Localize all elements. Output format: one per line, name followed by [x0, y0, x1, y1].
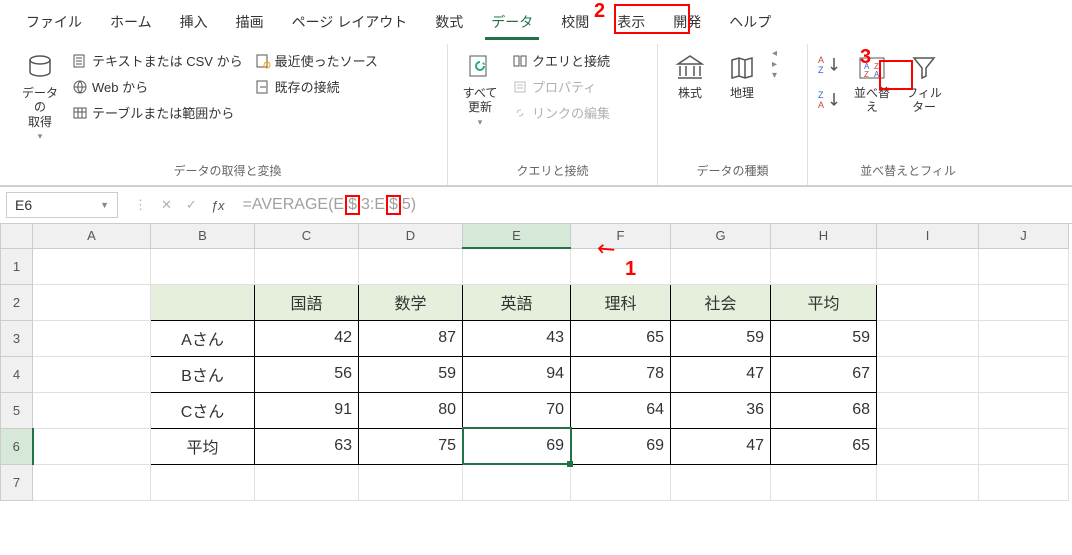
col-header-B[interactable]: B — [151, 224, 255, 248]
row-label-avg[interactable]: 平均 — [151, 428, 255, 464]
filter-button[interactable]: フィルター — [900, 48, 948, 119]
group-label-sortfilter: 並べ替えとフィル — [816, 158, 1000, 185]
tab-insert[interactable]: 挿入 — [166, 6, 222, 38]
row-label-C[interactable]: Cさん — [151, 392, 255, 428]
col-header-I[interactable]: I — [877, 224, 979, 248]
get-data-button[interactable]: データの 取得 ▾ — [16, 48, 64, 146]
namebox-dropdown-icon[interactable]: ▼ — [100, 200, 109, 210]
funnel-icon — [908, 52, 940, 84]
row-header-5[interactable]: 5 — [1, 392, 33, 428]
svg-text:Z: Z — [818, 90, 824, 100]
row-header-2[interactable]: 2 — [1, 284, 33, 320]
refresh-all-button[interactable]: すべて 更新 ▾ — [456, 48, 504, 132]
edit-links-button: リンクの編集 — [508, 100, 614, 125]
from-web-button[interactable]: Web から — [68, 74, 247, 99]
properties-icon — [512, 79, 528, 95]
sort-asc-button[interactable]: AZ — [816, 54, 844, 79]
row-label-B[interactable]: Bさん — [151, 356, 255, 392]
header-kokugo[interactable]: 国語 — [255, 284, 359, 320]
row-label-A[interactable]: Aさん — [151, 320, 255, 356]
stocks-button[interactable]: 株式 — [666, 48, 714, 104]
col-header-J[interactable]: J — [979, 224, 1069, 248]
col-header-F[interactable]: F — [571, 224, 671, 248]
from-table-button[interactable]: テーブルまたは範囲から — [68, 100, 247, 125]
fill-handle[interactable] — [567, 461, 573, 467]
sort-button[interactable]: AZZA 並べ替え — [848, 48, 896, 119]
recent-icon — [255, 53, 271, 69]
tab-help[interactable]: ヘルプ — [715, 6, 785, 38]
col-header-A[interactable]: A — [33, 224, 151, 248]
sort-desc-icon: ZA — [816, 89, 844, 111]
tab-home[interactable]: ホーム — [96, 6, 166, 38]
cell-E6[interactable]: 69 — [463, 428, 571, 464]
header-eigo[interactable]: 英語 — [463, 284, 571, 320]
header-heikin[interactable]: 平均 — [771, 284, 877, 320]
sort-asc-icon: AZ — [816, 54, 844, 76]
connection-icon — [255, 79, 271, 95]
link-icon — [512, 105, 528, 121]
svg-text:A: A — [818, 100, 824, 110]
database-icon — [24, 52, 56, 84]
header-shakai[interactable]: 社会 — [671, 284, 771, 320]
properties-button: プロパティ — [508, 74, 614, 99]
queries-icon — [512, 53, 528, 69]
sort-desc-button[interactable]: ZA — [816, 89, 844, 114]
group-label-queries: クエリと接続 — [456, 158, 649, 185]
col-header-C[interactable]: C — [255, 224, 359, 248]
geography-button[interactable]: 地理 — [718, 48, 766, 104]
tab-file[interactable]: ファイル — [12, 6, 96, 38]
group-label-datatypes: データの種類 — [666, 158, 799, 185]
col-header-H[interactable]: H — [771, 224, 877, 248]
bank-icon — [674, 52, 706, 84]
datatype-prev-icon[interactable]: ◂ — [772, 48, 777, 59]
recent-sources-button[interactable]: 最近使ったソース — [251, 48, 382, 73]
svg-text:Z: Z — [864, 70, 869, 79]
row-header-4[interactable]: 4 — [1, 356, 33, 392]
svg-text:A: A — [818, 55, 824, 65]
table-icon — [72, 105, 88, 121]
group-label-get-transform: データの取得と変換 — [16, 158, 439, 185]
tab-formulas[interactable]: 数式 — [421, 6, 477, 38]
datatype-more-icon[interactable]: ▾ — [772, 70, 777, 81]
name-box[interactable]: E6 ▼ — [6, 192, 118, 218]
map-icon — [726, 52, 758, 84]
svg-text:Z: Z — [818, 65, 824, 75]
datatype-next-icon[interactable]: ▸ — [772, 59, 777, 70]
col-header-E[interactable]: E — [463, 224, 571, 248]
row-header-6[interactable]: 6 — [1, 428, 33, 464]
row-header-3[interactable]: 3 — [1, 320, 33, 356]
col-header-G[interactable]: G — [671, 224, 771, 248]
globe-icon — [72, 79, 88, 95]
row-header-1[interactable]: 1 — [1, 248, 33, 284]
sort-dialog-icon: AZZA — [856, 52, 888, 84]
tab-developer[interactable]: 開発 — [659, 6, 715, 38]
tab-view[interactable]: 表示 — [603, 6, 659, 38]
svg-text:A: A — [874, 70, 880, 79]
header-rika[interactable]: 理科 — [571, 284, 671, 320]
spreadsheet-grid[interactable]: A B C D E F G H I J 1 2 国語 数学 英語 理科 社会 平… — [0, 224, 1069, 501]
header-suugaku[interactable]: 数学 — [359, 284, 463, 320]
dollar-highlight-2: $ — [386, 195, 401, 215]
cancel-icon[interactable]: ✕ — [161, 197, 172, 213]
refresh-icon — [464, 52, 496, 84]
formula-options-icon[interactable]: ⋮ — [134, 197, 147, 213]
tab-draw[interactable]: 描画 — [222, 6, 278, 38]
formula-bar[interactable]: =AVERAGE(E$3:E$5) — [235, 195, 425, 215]
row-header-7[interactable]: 7 — [1, 464, 33, 500]
from-csv-button[interactable]: テキストまたは CSV から — [68, 48, 247, 73]
select-all-corner[interactable] — [1, 224, 33, 248]
tab-review[interactable]: 校閲 — [547, 6, 603, 38]
col-header-D[interactable]: D — [359, 224, 463, 248]
tab-layout[interactable]: ページ レイアウト — [278, 6, 422, 38]
enter-icon[interactable]: ✓ — [186, 197, 197, 213]
existing-connections-button[interactable]: 既存の接続 — [251, 74, 382, 99]
queries-button[interactable]: クエリと接続 — [508, 48, 614, 73]
csv-icon — [72, 53, 88, 69]
tab-data[interactable]: データ — [477, 6, 547, 38]
fx-icon[interactable]: ƒx — [211, 198, 225, 213]
dollar-highlight-1: $ — [345, 195, 360, 215]
